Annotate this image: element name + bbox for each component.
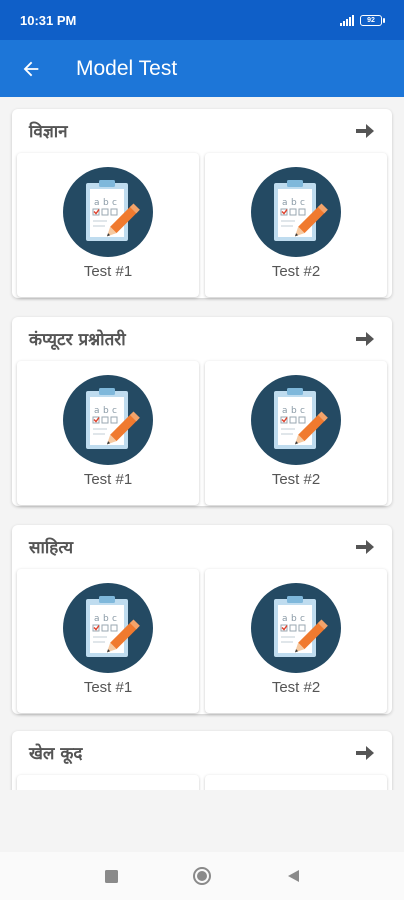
section-title: साहित्य xyxy=(29,538,74,558)
app-bar: Model Test xyxy=(0,40,404,97)
test-list: Test #1 Test #2 xyxy=(17,569,387,713)
status-indicators: 92 xyxy=(340,14,385,26)
test-clipboard-icon xyxy=(251,583,341,673)
test-label: Test #2 xyxy=(271,471,321,488)
content: विज्ञान Test #1 Test #2 कंप्यूटर प्रश्नो… xyxy=(0,97,404,790)
test-clipboard-icon xyxy=(63,583,153,673)
section-header[interactable]: खेल कूद xyxy=(12,731,392,775)
test-clipboard-icon xyxy=(63,375,153,465)
section-computer-quiz: कंप्यूटर प्रश्नोतरी Test #1 Test #2 xyxy=(12,317,392,506)
arrow-right-icon[interactable] xyxy=(354,121,376,141)
test-label: Test #1 xyxy=(83,263,133,280)
test-card[interactable]: Test #2 xyxy=(205,153,387,297)
square-icon xyxy=(104,869,118,883)
test-card[interactable]: Test #1 xyxy=(17,361,199,505)
test-clipboard-icon xyxy=(251,167,341,257)
section-header[interactable]: कंप्यूटर प्रश्नोतरी xyxy=(12,317,392,361)
back-nav-button[interactable] xyxy=(286,866,300,886)
test-clipboard-icon xyxy=(63,167,153,257)
battery-level: 92 xyxy=(367,16,375,24)
test-label: Test #1 xyxy=(83,679,133,696)
section-science: विज्ञान Test #1 Test #2 xyxy=(12,109,392,298)
signal-icon xyxy=(340,14,354,26)
section-title: कंप्यूटर प्रश्नोतरी xyxy=(29,330,126,350)
test-card[interactable] xyxy=(17,775,199,790)
arrow-right-icon[interactable] xyxy=(354,329,376,349)
recents-button[interactable] xyxy=(104,866,118,886)
section-title: खेल कूद xyxy=(29,744,83,764)
test-list xyxy=(17,775,387,790)
arrow-right-icon[interactable] xyxy=(354,537,376,557)
test-label: Test #2 xyxy=(271,679,321,696)
section-title: विज्ञान xyxy=(29,122,68,142)
home-button[interactable] xyxy=(192,866,212,886)
test-clipboard-icon xyxy=(251,375,341,465)
back-button[interactable] xyxy=(2,40,60,97)
test-card[interactable] xyxy=(205,775,387,790)
test-card[interactable]: Test #1 xyxy=(17,569,199,713)
section-literature: साहित्य Test #1 Test #2 xyxy=(12,525,392,714)
test-label: Test #1 xyxy=(83,471,133,488)
circle-icon xyxy=(193,867,211,885)
status-time: 10:31 PM xyxy=(20,12,77,28)
test-card[interactable]: Test #2 xyxy=(205,361,387,505)
arrow-right-icon[interactable] xyxy=(354,743,376,763)
system-nav-bar xyxy=(0,852,404,900)
test-card[interactable]: Test #2 xyxy=(205,569,387,713)
section-header[interactable]: विज्ञान xyxy=(12,109,392,153)
test-list: Test #1 Test #2 xyxy=(17,361,387,505)
test-label: Test #2 xyxy=(271,263,321,280)
triangle-back-icon xyxy=(287,870,299,882)
battery-icon: 92 xyxy=(360,14,385,26)
test-list: Test #1 Test #2 xyxy=(17,153,387,297)
arrow-left-icon xyxy=(23,61,39,76)
status-bar: 10:31 PM 92 xyxy=(0,0,404,40)
section-header[interactable]: साहित्य xyxy=(12,525,392,569)
page-title: Model Test xyxy=(76,56,178,80)
test-card[interactable]: Test #1 xyxy=(17,153,199,297)
section-sports: खेल कूद xyxy=(12,731,392,790)
